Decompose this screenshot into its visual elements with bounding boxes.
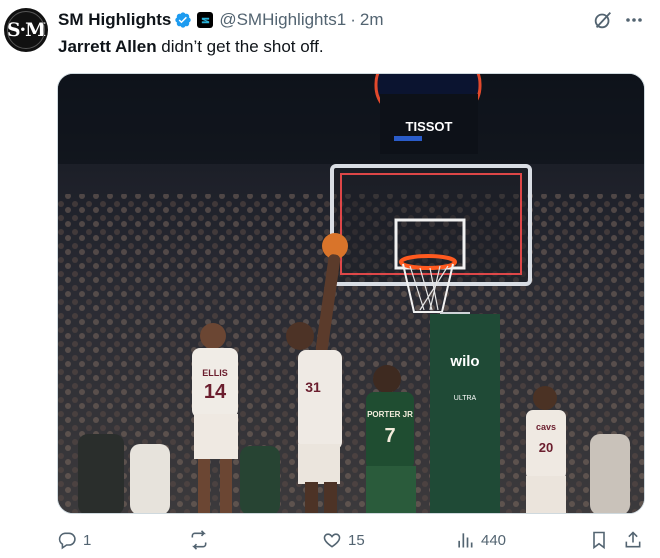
scoreboard-brand: TISSOT: [406, 119, 453, 134]
jersey-porter-number: 7: [384, 425, 395, 447]
share-icon: [625, 531, 641, 548]
repost-button[interactable]: [189, 526, 215, 554]
tweet-text-body: didn’t get the shot off.: [156, 37, 324, 56]
tweet-media-image[interactable]: TISSOT wilo ULTRA ELLIS 14 31 PORTER JR …: [57, 73, 645, 514]
user-handle[interactable]: @SMHighlights1: [219, 10, 346, 30]
stanchion-subtext: ULTRA: [454, 395, 477, 402]
separator-dot: ·: [350, 10, 356, 29]
action-bar: 1 15 440: [57, 526, 647, 554]
timestamp[interactable]: 2m: [360, 10, 384, 30]
tweet-text: Jarrett Allen didn’t get the shot off.: [58, 37, 324, 57]
avatar-ring: [7, 11, 45, 49]
affiliate-logo-icon[interactable]: [197, 12, 214, 28]
share-button[interactable]: [623, 526, 643, 554]
views-chart-icon: [458, 533, 473, 548]
jersey-right-name: cavs: [536, 422, 556, 432]
like-button[interactable]: 15: [322, 526, 365, 554]
bookmark-button[interactable]: [589, 526, 609, 554]
heart-icon: [323, 533, 341, 548]
tweet-header: SM Highlights @SMHighlights1 · 2m: [58, 9, 384, 31]
jersey-shooter-number: 31: [305, 379, 321, 395]
display-name[interactable]: SM Highlights: [58, 10, 171, 30]
reply-button[interactable]: 1: [57, 526, 91, 554]
tweet-text-bold-name: Jarrett Allen: [58, 37, 157, 56]
stanchion-brand: wilo: [449, 353, 479, 370]
bookmark-icon: [593, 531, 605, 550]
verified-badge-icon[interactable]: [174, 11, 192, 29]
like-count: 15: [348, 531, 365, 549]
jersey-right-number: 20: [539, 440, 553, 455]
more-options-icon[interactable]: [624, 9, 644, 31]
reply-count: 1: [83, 531, 92, 549]
view-count: 440: [481, 531, 507, 549]
jersey-porter-name: PORTER JR: [367, 410, 413, 419]
reply-icon: [58, 532, 76, 550]
repost-icon: [191, 530, 207, 550]
scoreboard: TISSOT: [374, 74, 482, 154]
avatar[interactable]: S·M: [4, 8, 48, 52]
grok-icon[interactable]: [592, 9, 614, 31]
jersey-ellis-number: 14: [204, 381, 227, 403]
jersey-ellis-name: ELLIS: [202, 368, 228, 378]
views-button[interactable]: 440: [455, 526, 506, 554]
